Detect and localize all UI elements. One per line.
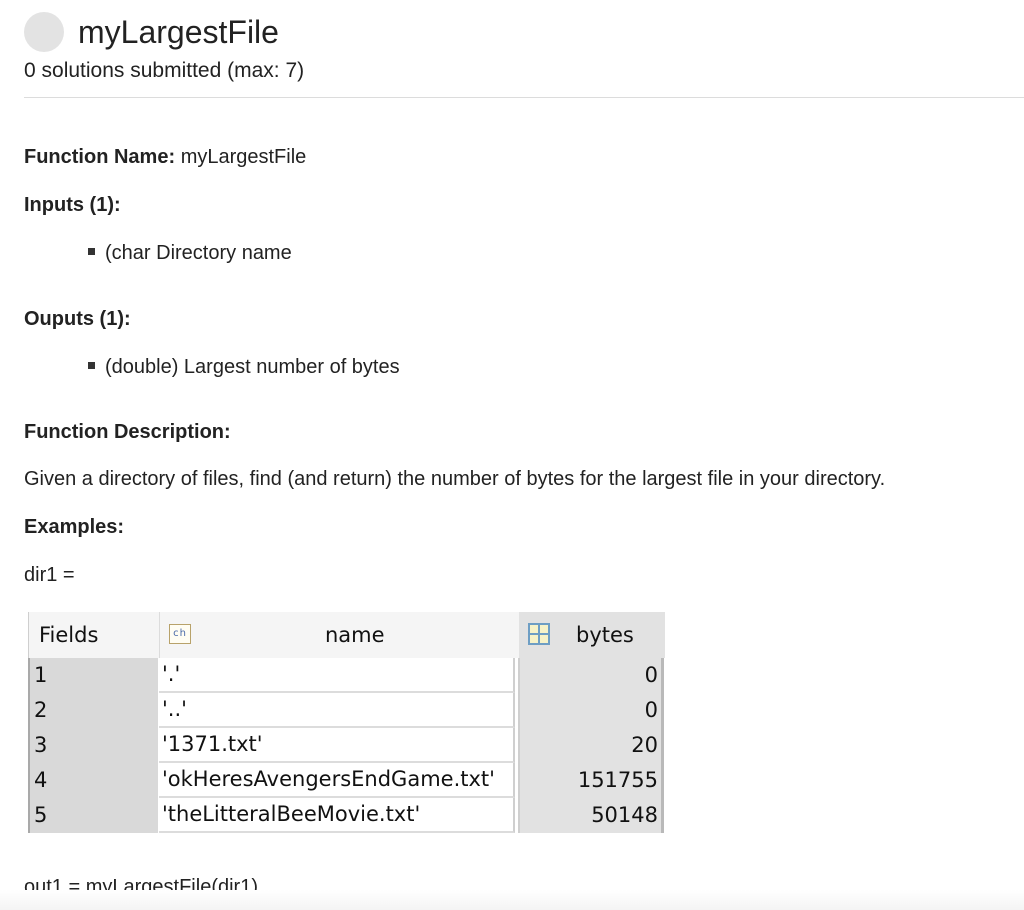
- table-row: 3 '1371.txt' 20: [28, 728, 664, 763]
- bullet-icon: [88, 362, 95, 370]
- function-name-value: myLargestFile: [180, 146, 307, 168]
- name-cell[interactable]: '1371.txt': [159, 728, 515, 763]
- bottom-fade: [0, 890, 1024, 910]
- bytes-cell[interactable]: 20: [518, 728, 664, 763]
- submission-status-icon: [24, 12, 64, 52]
- row-index: 3: [28, 728, 158, 763]
- input-description: (char Directory name: [105, 242, 292, 264]
- input-list-item: (char Directory name: [88, 242, 292, 265]
- column-separator: [159, 612, 160, 658]
- function-description: Given a directory of files, find (and re…: [24, 468, 886, 490]
- numeric-type-icon: [528, 623, 550, 645]
- struct-array-table: Fields ch name bytes 1 '.' 0 2 '..' 0 3 …: [28, 612, 665, 838]
- problem-title: myLargestFile: [78, 14, 279, 50]
- bytes-column-header[interactable]: bytes: [576, 623, 634, 647]
- bytes-cell[interactable]: 151755: [518, 763, 664, 798]
- output-list-item: (double) Largest number of bytes: [88, 356, 400, 379]
- bytes-cell[interactable]: 50148: [518, 798, 664, 833]
- outputs-heading: Ouputs (1):: [24, 308, 131, 330]
- description-heading: Function Description:: [24, 421, 231, 443]
- row-index: 1: [28, 658, 158, 693]
- row-index: 5: [28, 798, 158, 833]
- fields-header: Fields: [39, 623, 99, 647]
- table-row: 1 '.' 0: [28, 658, 664, 693]
- function-name-label: Function Name:: [24, 146, 176, 168]
- examples-heading: Examples:: [24, 516, 125, 538]
- name-cell[interactable]: '..': [159, 693, 515, 728]
- bytes-cell[interactable]: 0: [518, 693, 664, 728]
- header-divider: [24, 97, 1024, 98]
- row-index: 4: [28, 763, 158, 798]
- solutions-submitted-count: 0 solutions submitted (max: 7): [24, 59, 305, 82]
- problem-page: myLargestFile 0 solutions submitted (max…: [0, 0, 1024, 910]
- char-type-icon: ch: [169, 624, 191, 644]
- name-column-header[interactable]: name: [325, 623, 385, 647]
- output-description: (double) Largest number of bytes: [105, 356, 400, 378]
- name-cell[interactable]: '.': [159, 658, 515, 693]
- table-row: 2 '..' 0: [28, 693, 664, 728]
- table-header: Fields ch name bytes: [28, 612, 665, 658]
- name-cell[interactable]: 'okHeresAvengersEndGame.txt': [159, 763, 515, 798]
- row-index: 2: [28, 693, 158, 728]
- bullet-icon: [88, 248, 95, 256]
- table-row: 5 'theLitteralBeeMovie.txt' 50148: [28, 798, 664, 833]
- inputs-heading: Inputs (1):: [24, 194, 121, 216]
- table-row: 4 'okHeresAvengersEndGame.txt' 151755: [28, 763, 664, 798]
- name-cell[interactable]: 'theLitteralBeeMovie.txt': [159, 798, 515, 833]
- function-name-line: Function Name: myLargestFile: [24, 146, 306, 169]
- bytes-cell[interactable]: 0: [518, 658, 664, 693]
- example-input-line: dir1 =: [24, 564, 75, 586]
